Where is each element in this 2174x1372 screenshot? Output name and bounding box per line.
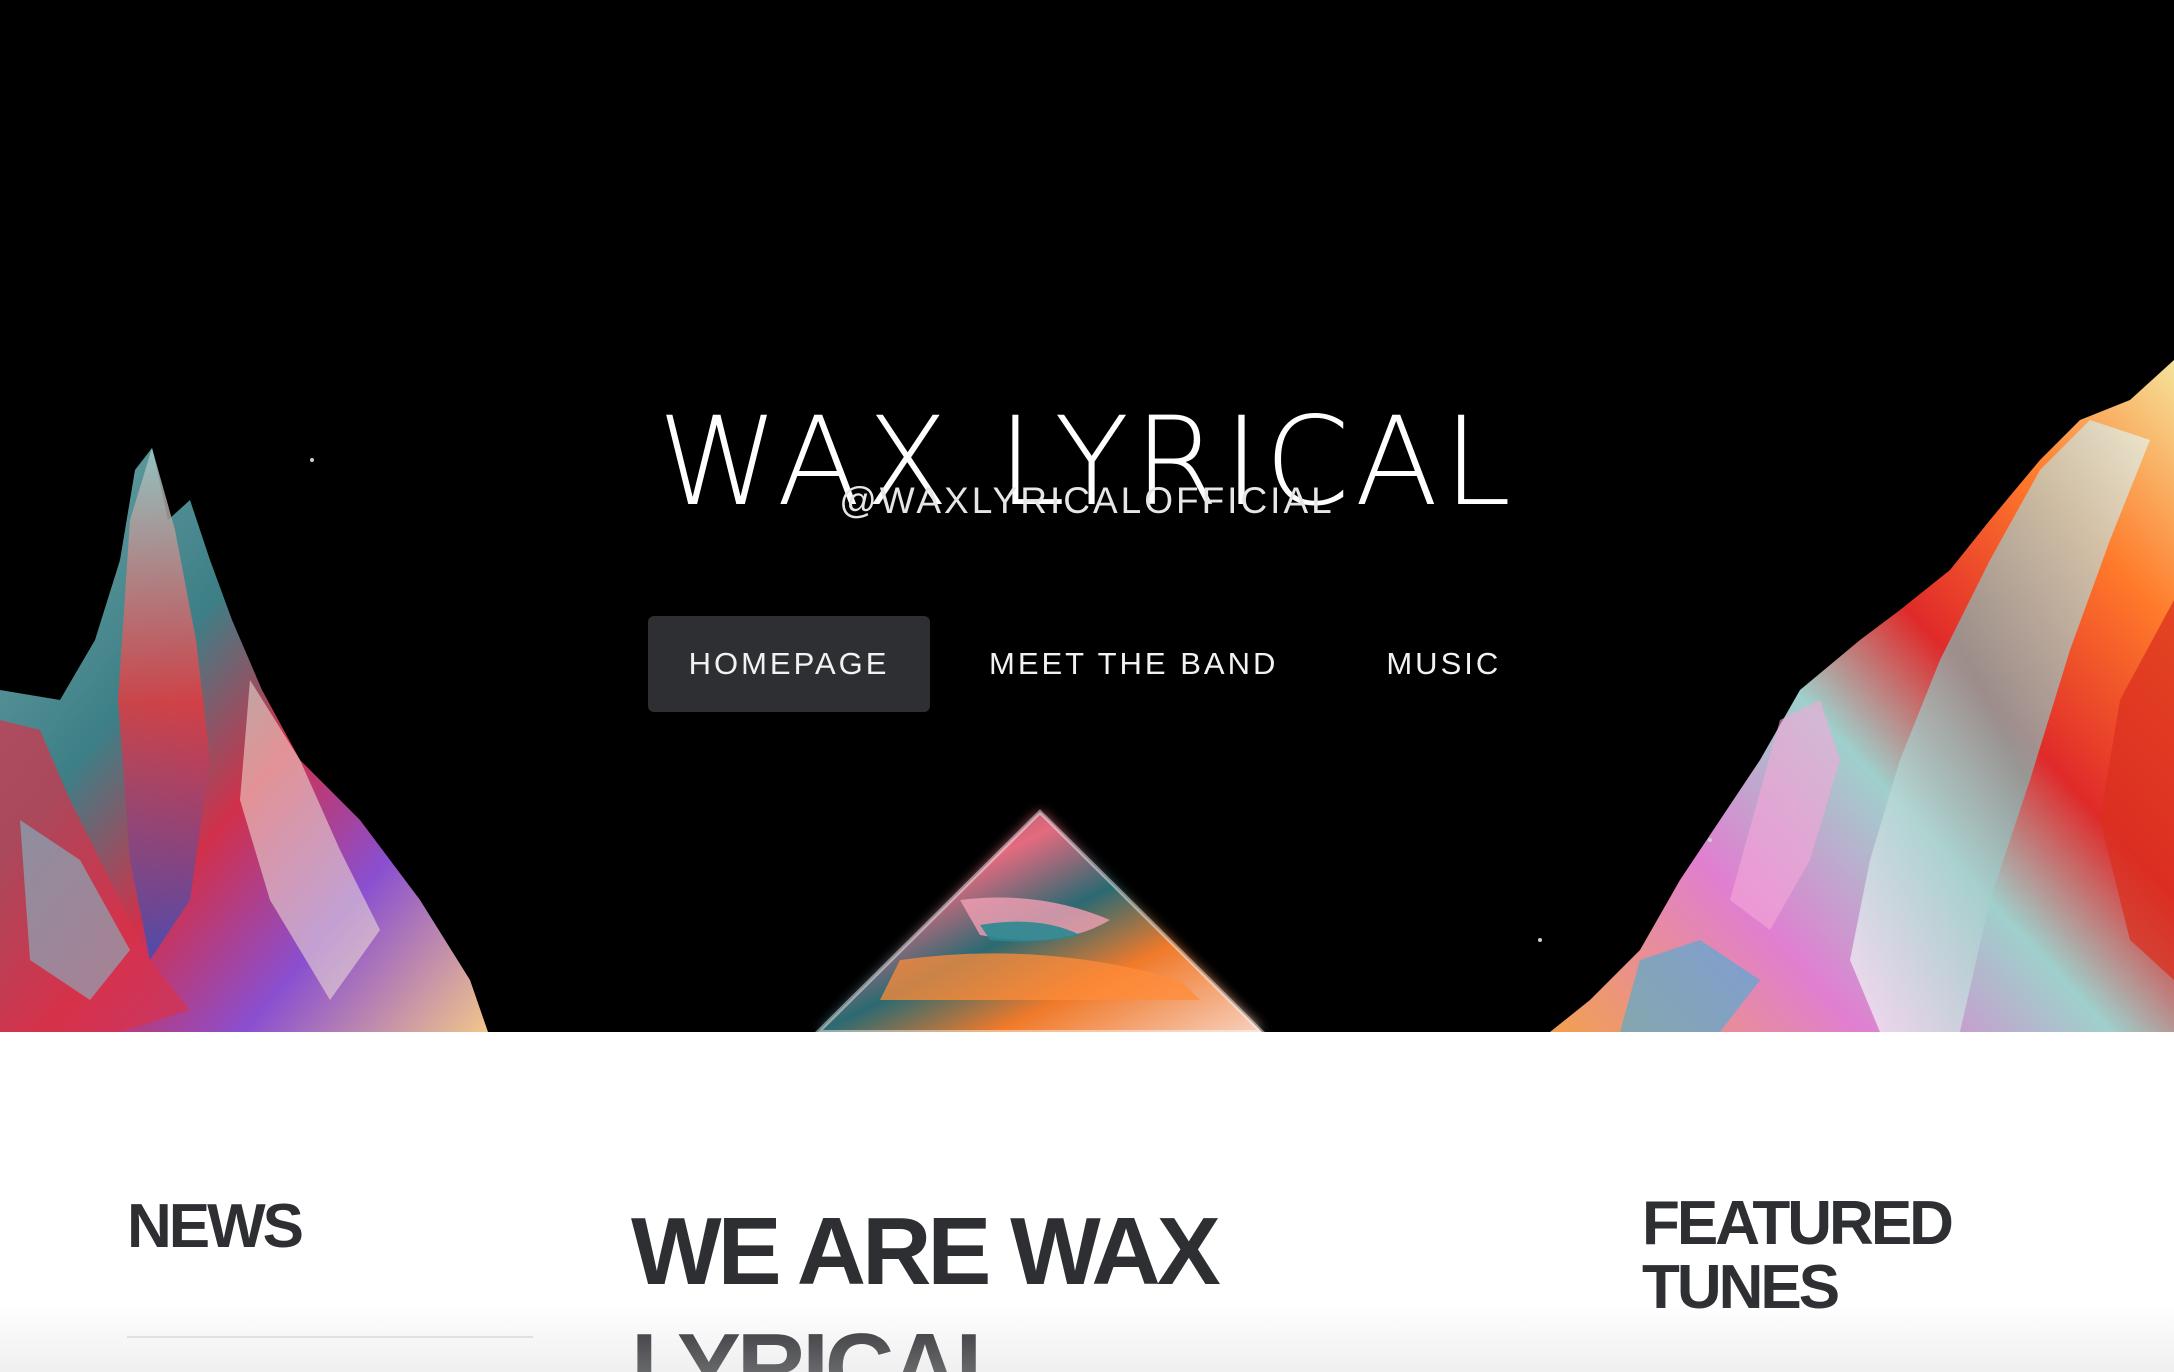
nav-music[interactable]: MUSIC (1386, 616, 1501, 712)
featured-tunes-heading: FEATURED TUNES (1642, 1189, 1954, 1322)
news-divider (127, 1336, 533, 1338)
page: WAX LYRICAL @WAXLYRICALOFFICIAL HOMEPAGE… (0, 0, 2174, 1372)
main-heading: WE ARE WAX LYRICAL (631, 1198, 1221, 1372)
nav-meet-the-band[interactable]: MEET THE BAND (989, 616, 1278, 712)
news-heading: NEWS (127, 1192, 304, 1261)
nav-homepage[interactable]: HOMEPAGE (648, 616, 930, 712)
social-handle: @WAXLYRICALOFFICIAL (839, 480, 1335, 521)
hero-banner: WAX LYRICAL @WAXLYRICALOFFICIAL HOMEPAGE… (0, 0, 2174, 1032)
content-section: NEWS WE ARE WAX LYRICAL FEATURED TUNES (0, 1032, 2174, 1372)
main-nav: HOMEPAGE MEET THE BAND MUSIC (648, 616, 1501, 712)
